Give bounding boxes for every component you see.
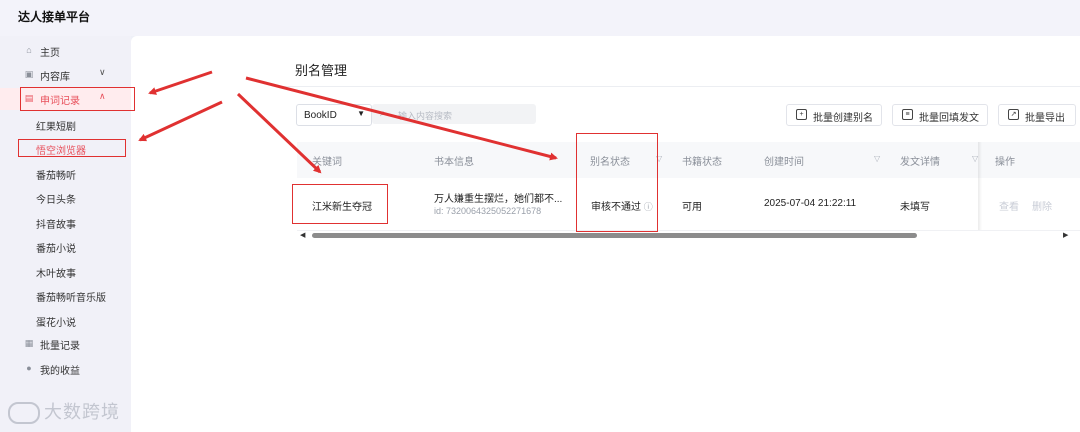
annotation-box-apply-records (20, 87, 135, 111)
filter-icon[interactable]: ▽ (874, 154, 880, 163)
sub-item-fanqie-music[interactable]: 番茄畅听音乐版 (0, 285, 131, 305)
sub-item-muye[interactable]: 木叶故事 (0, 261, 131, 281)
home-icon: ⌂ (26, 45, 32, 55)
top-bar: 达人接单平台 (0, 0, 1080, 36)
fixed-column-shadow (978, 142, 982, 230)
sidebar-item-label: 主页 (40, 48, 60, 59)
scroll-right-icon[interactable]: ▶ (1063, 231, 1068, 239)
sidebar-item-library[interactable]: ▣ 内容库 ∨ (0, 64, 131, 86)
post-detail-cell: 未填写 (900, 202, 930, 213)
col-created: 创建时间 (764, 157, 804, 168)
col-book-info: 书本信息 (434, 157, 474, 168)
batch-create-alias-button[interactable]: + 批量创建别名 (786, 104, 882, 126)
sidebar-item-label: 批量记录 (40, 341, 80, 352)
col-book-status: 书籍状态 (682, 157, 722, 168)
horizontal-scrollbar[interactable] (312, 233, 917, 238)
sub-item-douyin-story[interactable]: 抖音故事 (0, 212, 131, 232)
sub-item-fanqie-novel[interactable]: 番茄小说 (0, 236, 131, 256)
divider (280, 86, 1080, 87)
document-icon: ≡ (902, 109, 913, 120)
watermark: 大数跨境 (8, 398, 120, 425)
search-field-select[interactable]: BookID ▼ (296, 104, 372, 126)
sidebar-item-earnings[interactable]: ● 我的收益 (0, 358, 131, 380)
view-link[interactable]: 查看 (999, 198, 1019, 213)
batch-export-button[interactable]: ↗ 批量导出 (998, 104, 1076, 126)
sub-item-fanqie-changting[interactable]: 番茄畅听 (0, 163, 131, 183)
chevron-down-icon: ∨ (99, 67, 106, 77)
col-actions: 操作 (995, 157, 1015, 168)
library-icon: ▣ (24, 69, 34, 79)
grid-icon: ▦ (24, 338, 34, 348)
coin-icon: ● (26, 363, 32, 373)
plus-square-icon: + (796, 109, 807, 120)
search-input[interactable]: ⌕ 输入内容搜索 (372, 104, 536, 124)
delete-link[interactable]: 删除 (1032, 198, 1052, 213)
export-icon: ↗ (1008, 109, 1019, 120)
sub-item-hongguo[interactable]: 红果短剧 (0, 114, 131, 134)
sidebar-item-label: 我的收益 (40, 366, 80, 377)
book-status-cell: 可用 (682, 202, 702, 213)
annotation-box-wukong (18, 139, 126, 157)
sidebar-item-home[interactable]: ⌂ 主页 (0, 40, 131, 62)
col-keyword: 关键词 (312, 157, 342, 168)
search-icon: ⌕ (380, 108, 386, 119)
book-id-cell: id: 7320064325052271678 (434, 206, 542, 216)
sidebar-item-batch-records[interactable]: ▦ 批量记录 (0, 333, 131, 355)
app-title: 达人接单平台 (18, 10, 91, 24)
col-post-detail: 发文详情 (900, 157, 940, 168)
created-time-cell: 2025-07-04 21:22:11 (764, 198, 857, 209)
batch-backfill-button[interactable]: ≡ 批量回填发文 (892, 104, 988, 126)
sub-item-danhua[interactable]: 蛋花小说 (0, 310, 131, 330)
sub-item-toutiao[interactable]: 今日头条 (0, 187, 131, 207)
sidebar-item-label: 内容库 (40, 72, 70, 83)
book-title-cell: 万人嫌重生摆烂，她们都不... (434, 194, 563, 205)
page-title: 别名管理 (295, 63, 348, 78)
caret-down-icon: ▼ (357, 109, 365, 118)
annotation-box-keyword (292, 184, 388, 224)
annotation-box-alias-status (576, 133, 658, 232)
watermark-logo-icon (8, 402, 40, 425)
scroll-left-icon[interactable]: ◀ (300, 231, 305, 239)
